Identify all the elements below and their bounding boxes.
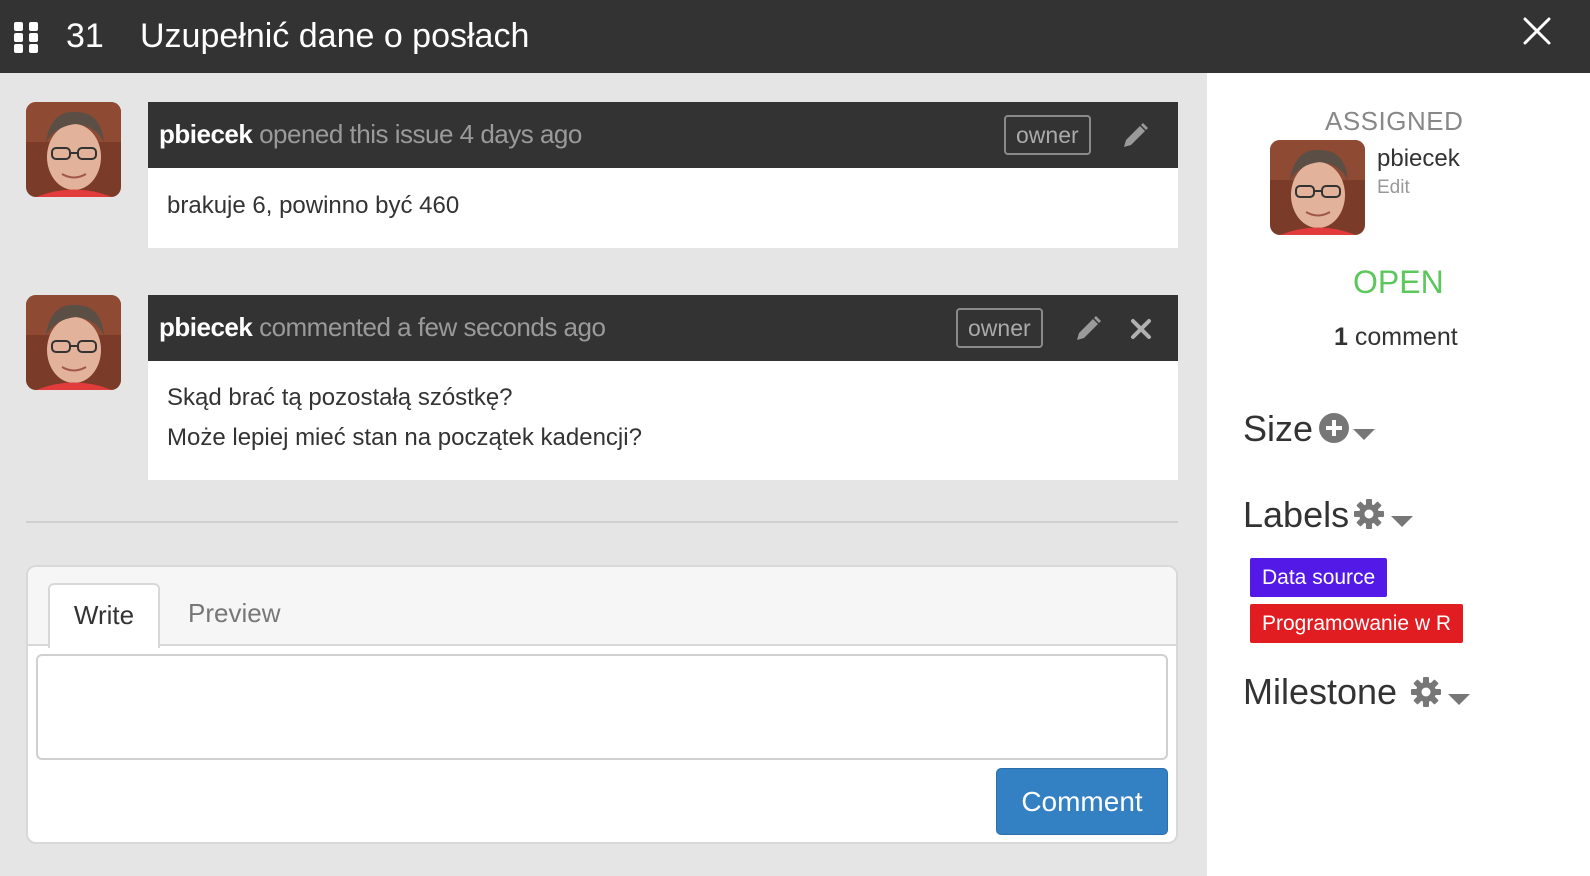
comment-text-line: Skąd brać tą pozostałą szóstkę? [167, 384, 513, 411]
tab-preview[interactable]: Preview [188, 583, 280, 643]
assignee-avatar [1270, 140, 1365, 235]
grid-menu-icon[interactable] [14, 22, 38, 53]
pencil-icon[interactable] [1120, 121, 1150, 151]
comment-author[interactable]: pbiecek [159, 312, 253, 342]
comment-button[interactable]: Comment [996, 768, 1168, 835]
assigned-label: ASSIGNED [1325, 106, 1464, 136]
comment-editor: Write Preview Comment [26, 565, 1178, 844]
gear-icon[interactable] [1410, 676, 1442, 713]
comment-body: Skąd brać tą pozostałą szóstkę? Może lep… [148, 361, 1178, 480]
labels-heading: Labels [1243, 494, 1350, 535]
status-badge: OPEN [1353, 264, 1444, 300]
assignee-name[interactable]: pbiecek [1377, 145, 1460, 173]
comment-text-line: brakuje 6, powinno być 460 [167, 192, 460, 219]
gear-icon[interactable] [1353, 498, 1385, 535]
comment-count: 1 comment [1334, 323, 1458, 352]
plus-circle-icon[interactable] [1318, 412, 1350, 449]
delete-icon[interactable] [1126, 314, 1156, 344]
comment-meta: commented a few seconds ago [259, 312, 606, 342]
comment-card: pbiecek commented a few seconds ago owne… [148, 295, 1178, 480]
size-heading: Size [1243, 408, 1314, 449]
issue-number: 31 [66, 17, 104, 55]
editor-tabs: Write Preview [28, 567, 1176, 648]
comment-text-line: Może lepiej mieć stan na początek kadenc… [167, 424, 642, 451]
comment-card: pbiecek opened this issue 4 days ago own… [148, 102, 1178, 248]
comment-author[interactable]: pbiecek [159, 119, 253, 149]
tab-write[interactable]: Write [48, 583, 160, 648]
issue-sidebar: ASSIGNED pbiecek Edit OPEN 1 comment Siz… [1207, 73, 1590, 876]
assignee-edit-link[interactable]: Edit [1377, 177, 1410, 199]
milestone-heading: Milestone [1243, 671, 1398, 712]
comment-header: pbiecek opened this issue 4 days ago own… [148, 102, 1178, 168]
top-bar: 31 Uzupełnić dane o posłach [0, 0, 1590, 73]
caret-down-icon[interactable] [1391, 515, 1413, 533]
label-chip[interactable]: Data source [1250, 558, 1388, 597]
owner-badge: owner [956, 308, 1043, 348]
comment-count-word: comment [1354, 323, 1458, 351]
issue-title: Uzupełnić dane o posłach [140, 17, 530, 55]
issue-thread: pbiecek opened this issue 4 days ago own… [0, 73, 1207, 876]
avatar [26, 295, 121, 390]
caret-down-icon[interactable] [1448, 693, 1470, 711]
close-icon[interactable] [1520, 14, 1554, 48]
divider [26, 521, 1178, 523]
comment-textarea[interactable] [36, 654, 1168, 760]
caret-down-icon[interactable] [1353, 428, 1375, 446]
comment-count-number: 1 [1334, 323, 1348, 351]
comment-meta: opened this issue 4 days ago [259, 119, 582, 149]
comment-header: pbiecek commented a few seconds ago owne… [148, 295, 1178, 361]
owner-badge: owner [1004, 115, 1091, 155]
label-chip[interactable]: Programowanie w R [1250, 604, 1464, 643]
avatar [26, 102, 121, 197]
comment-body: brakuje 6, powinno być 460 [148, 168, 1178, 248]
pencil-icon[interactable] [1073, 314, 1103, 344]
